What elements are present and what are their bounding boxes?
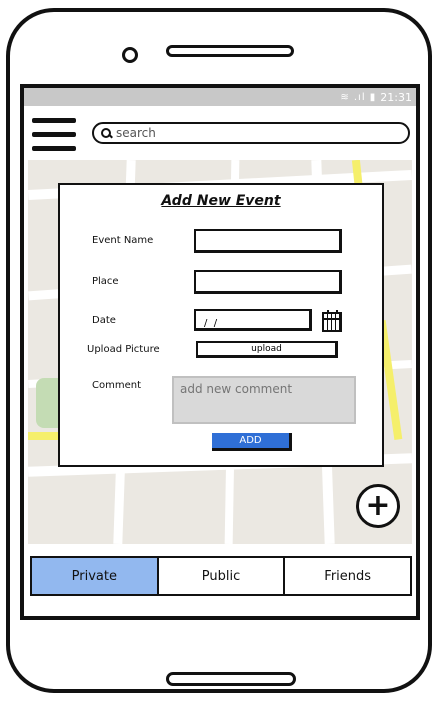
calendar-icon[interactable] bbox=[322, 310, 342, 332]
camera-lens bbox=[122, 47, 138, 63]
tab-friends[interactable]: Friends bbox=[285, 558, 410, 594]
upload-button[interactable]: upload bbox=[196, 341, 338, 358]
tab-private[interactable]: Private bbox=[32, 558, 159, 594]
place-input[interactable] bbox=[196, 275, 339, 294]
tab-bar: Private Public Friends bbox=[30, 556, 412, 596]
place-field[interactable] bbox=[194, 270, 342, 294]
comment-input[interactable] bbox=[174, 378, 354, 422]
search-bar[interactable] bbox=[92, 122, 410, 144]
add-event-button[interactable]: + bbox=[356, 484, 400, 528]
event-name-field[interactable] bbox=[194, 229, 342, 253]
menu-icon[interactable] bbox=[32, 116, 76, 152]
place-label: Place bbox=[92, 276, 119, 287]
earpiece-speaker bbox=[166, 45, 294, 57]
status-icons: ≋ .ıl ▮ bbox=[340, 91, 377, 103]
status-bar: ≋ .ıl ▮ 21:31 bbox=[24, 88, 416, 106]
date-label: Date bbox=[92, 315, 116, 326]
date-field[interactable] bbox=[194, 309, 312, 332]
comment-field[interactable] bbox=[172, 376, 356, 424]
tab-public[interactable]: Public bbox=[159, 558, 286, 594]
add-button[interactable]: ADD bbox=[212, 433, 292, 451]
date-input[interactable] bbox=[196, 315, 309, 332]
upload-picture-label: Upload Picture bbox=[87, 344, 160, 355]
status-time: 21:31 bbox=[380, 90, 412, 104]
dialog-title: Add New Event bbox=[161, 193, 281, 209]
event-name-input[interactable] bbox=[196, 234, 339, 253]
event-name-label: Event Name bbox=[92, 235, 154, 246]
home-button[interactable] bbox=[166, 672, 296, 686]
comment-label: Comment bbox=[92, 380, 141, 391]
add-event-dialog: Add New Event Event Name Place Date Uplo… bbox=[58, 183, 384, 467]
search-input[interactable] bbox=[116, 126, 396, 140]
app-screen: ≋ .ıl ▮ 21:31 + Add New Event Event Name… bbox=[20, 84, 420, 620]
search-icon bbox=[100, 127, 112, 139]
